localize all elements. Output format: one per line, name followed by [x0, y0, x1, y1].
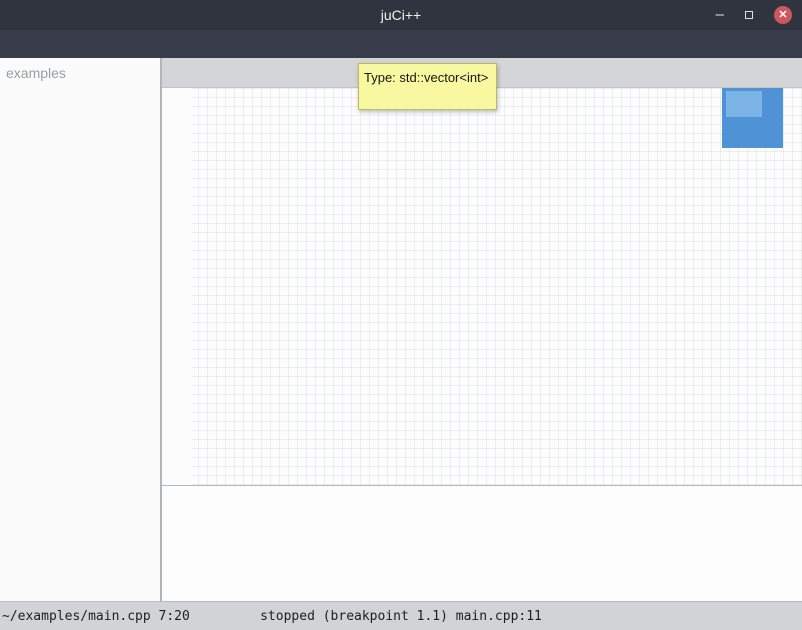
scroll-overview[interactable]	[722, 88, 783, 148]
line-number-gutter[interactable]	[162, 88, 192, 485]
file-tree-panel: examples	[0, 58, 160, 601]
window-controls: – ✕	[716, 0, 792, 30]
debug-value-tooltip: Type: std::vector<int>	[358, 63, 497, 110]
restore-icon	[745, 11, 753, 19]
app-window: juCi++ – ✕ examples ~/examples/main.cpp …	[0, 0, 802, 630]
minimize-button[interactable]: –	[716, 0, 724, 30]
menu-bar	[0, 30, 802, 58]
tooltip-type-line: Type: std::vector<int>	[364, 70, 488, 85]
window-title: juCi++	[381, 7, 421, 23]
terminal-panel[interactable]	[162, 487, 802, 601]
project-header: examples	[0, 58, 160, 87]
title-bar: juCi++ – ✕	[0, 0, 802, 30]
close-button[interactable]: ✕	[774, 6, 792, 24]
status-bar: ~/examples/main.cpp 7:20 stopped (breakp…	[0, 601, 802, 630]
status-cursor-location: ~/examples/main.cpp 7:20	[2, 609, 190, 624]
code-editor[interactable]	[162, 88, 802, 486]
overview-highlight	[726, 91, 762, 117]
restore-button[interactable]	[741, 7, 757, 23]
